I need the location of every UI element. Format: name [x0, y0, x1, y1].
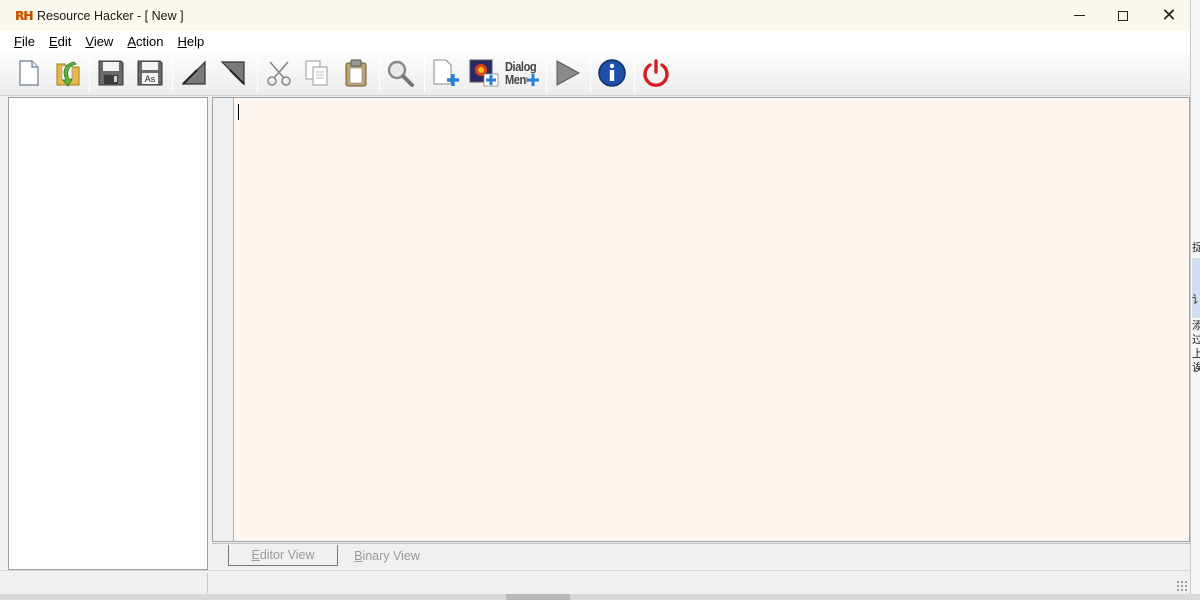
- splitter-handle[interactable]: [207, 322, 210, 348]
- tab-binary-view[interactable]: Binary View: [340, 545, 434, 566]
- resource-hacker-window: RH Resource Hacker - [ New ] ✕ File Edit…: [0, 0, 1190, 600]
- find-button[interactable]: [383, 56, 417, 90]
- info-icon: [598, 59, 626, 87]
- background-window-edge: 捉 讠 添 过 上 诶: [1190, 0, 1200, 600]
- dialog-merger-button[interactable]: Dialog Menu: [505, 56, 543, 90]
- minimize-icon: [1073, 15, 1085, 16]
- about-button[interactable]: [595, 56, 629, 90]
- view-tabs: Editor View Binary View: [212, 543, 1190, 567]
- export-icon: [220, 61, 245, 86]
- status-bar: [0, 570, 1190, 594]
- toolbar-separator: [89, 55, 90, 93]
- menu-action[interactable]: Action: [120, 32, 170, 51]
- add-image-button[interactable]: [467, 56, 501, 90]
- title-bar[interactable]: RH Resource Hacker - [ New ] ✕: [0, 0, 1190, 31]
- open-file-button[interactable]: [51, 56, 85, 90]
- run-script-icon: [556, 60, 581, 86]
- toolbar-separator: [546, 55, 547, 93]
- background-text: 上: [1192, 348, 1200, 361]
- close-button[interactable]: ✕: [1146, 0, 1192, 31]
- menu-help[interactable]: Help: [170, 32, 211, 51]
- cut-icon: [267, 61, 291, 86]
- menu-view[interactable]: View: [78, 32, 120, 51]
- save-button[interactable]: [94, 56, 128, 90]
- save-as-icon: As: [137, 60, 163, 86]
- background-text: 过: [1192, 334, 1200, 347]
- maximize-button[interactable]: [1100, 0, 1146, 31]
- paste-icon: [345, 59, 367, 87]
- maximize-icon: [1118, 10, 1128, 21]
- resize-grip[interactable]: [1176, 580, 1188, 592]
- toolbar-separator: [590, 55, 591, 93]
- toolbar-separator: [257, 55, 258, 93]
- open-file-icon: [56, 61, 80, 87]
- desktop-background: [0, 594, 1200, 600]
- window-title: Resource Hacker - [ New ]: [37, 8, 184, 23]
- svg-text:As: As: [145, 74, 156, 84]
- dialog-merger-top-label: Dialog: [505, 59, 537, 74]
- resource-tree-panel[interactable]: [8, 97, 208, 570]
- close-icon: ✕: [1161, 5, 1177, 25]
- background-text: 讠: [1192, 294, 1200, 307]
- minimize-button[interactable]: [1056, 0, 1102, 31]
- line-number-gutter: [212, 97, 234, 542]
- background-text: 捉: [1192, 242, 1200, 255]
- save-icon: [98, 60, 124, 86]
- dialog-merger-bottom: Menu: [505, 73, 539, 86]
- copy-icon: [305, 60, 328, 86]
- import-icon: [181, 60, 206, 85]
- menu-edit[interactable]: Edit: [42, 32, 78, 51]
- toolbar-separator: [379, 55, 380, 93]
- dialog-merger-bottom-label: Menu: [505, 73, 527, 86]
- taskbar-fragment: [506, 594, 570, 600]
- dialog-merger-icon: [527, 73, 539, 86]
- status-pane: [8, 573, 208, 593]
- text-caret: [238, 104, 239, 120]
- script-editor[interactable]: [234, 97, 1190, 542]
- search-icon: [387, 60, 414, 87]
- paste-button[interactable]: [339, 56, 373, 90]
- cut-button[interactable]: [262, 56, 296, 90]
- menu-bar: File Edit View Action Help: [0, 31, 1190, 52]
- copy-button[interactable]: [300, 56, 334, 90]
- add-resource-icon: [433, 59, 459, 86]
- export-button[interactable]: [216, 56, 250, 90]
- toolbar-separator: [424, 55, 425, 93]
- new-file-icon: [19, 60, 39, 86]
- save-as-button[interactable]: As: [133, 56, 167, 90]
- background-text: 添: [1192, 320, 1200, 333]
- background-text: 诶: [1192, 362, 1200, 375]
- run-script-button[interactable]: [550, 56, 584, 90]
- new-file-button[interactable]: [12, 56, 46, 90]
- add-resource-button[interactable]: [428, 56, 462, 90]
- background-window-highlight: [1192, 258, 1200, 318]
- import-button[interactable]: [177, 56, 211, 90]
- menu-file[interactable]: File: [0, 32, 42, 51]
- toolbar-separator: [172, 55, 173, 93]
- add-image-icon: [469, 59, 499, 87]
- app-logo-icon: RH: [15, 8, 33, 23]
- tab-editor-view[interactable]: Editor View: [228, 545, 338, 566]
- toolbar-separator: [634, 55, 635, 93]
- exit-icon: [643, 59, 669, 87]
- exit-button[interactable]: [639, 56, 673, 90]
- toolbar: As Dialog Men: [0, 52, 1190, 96]
